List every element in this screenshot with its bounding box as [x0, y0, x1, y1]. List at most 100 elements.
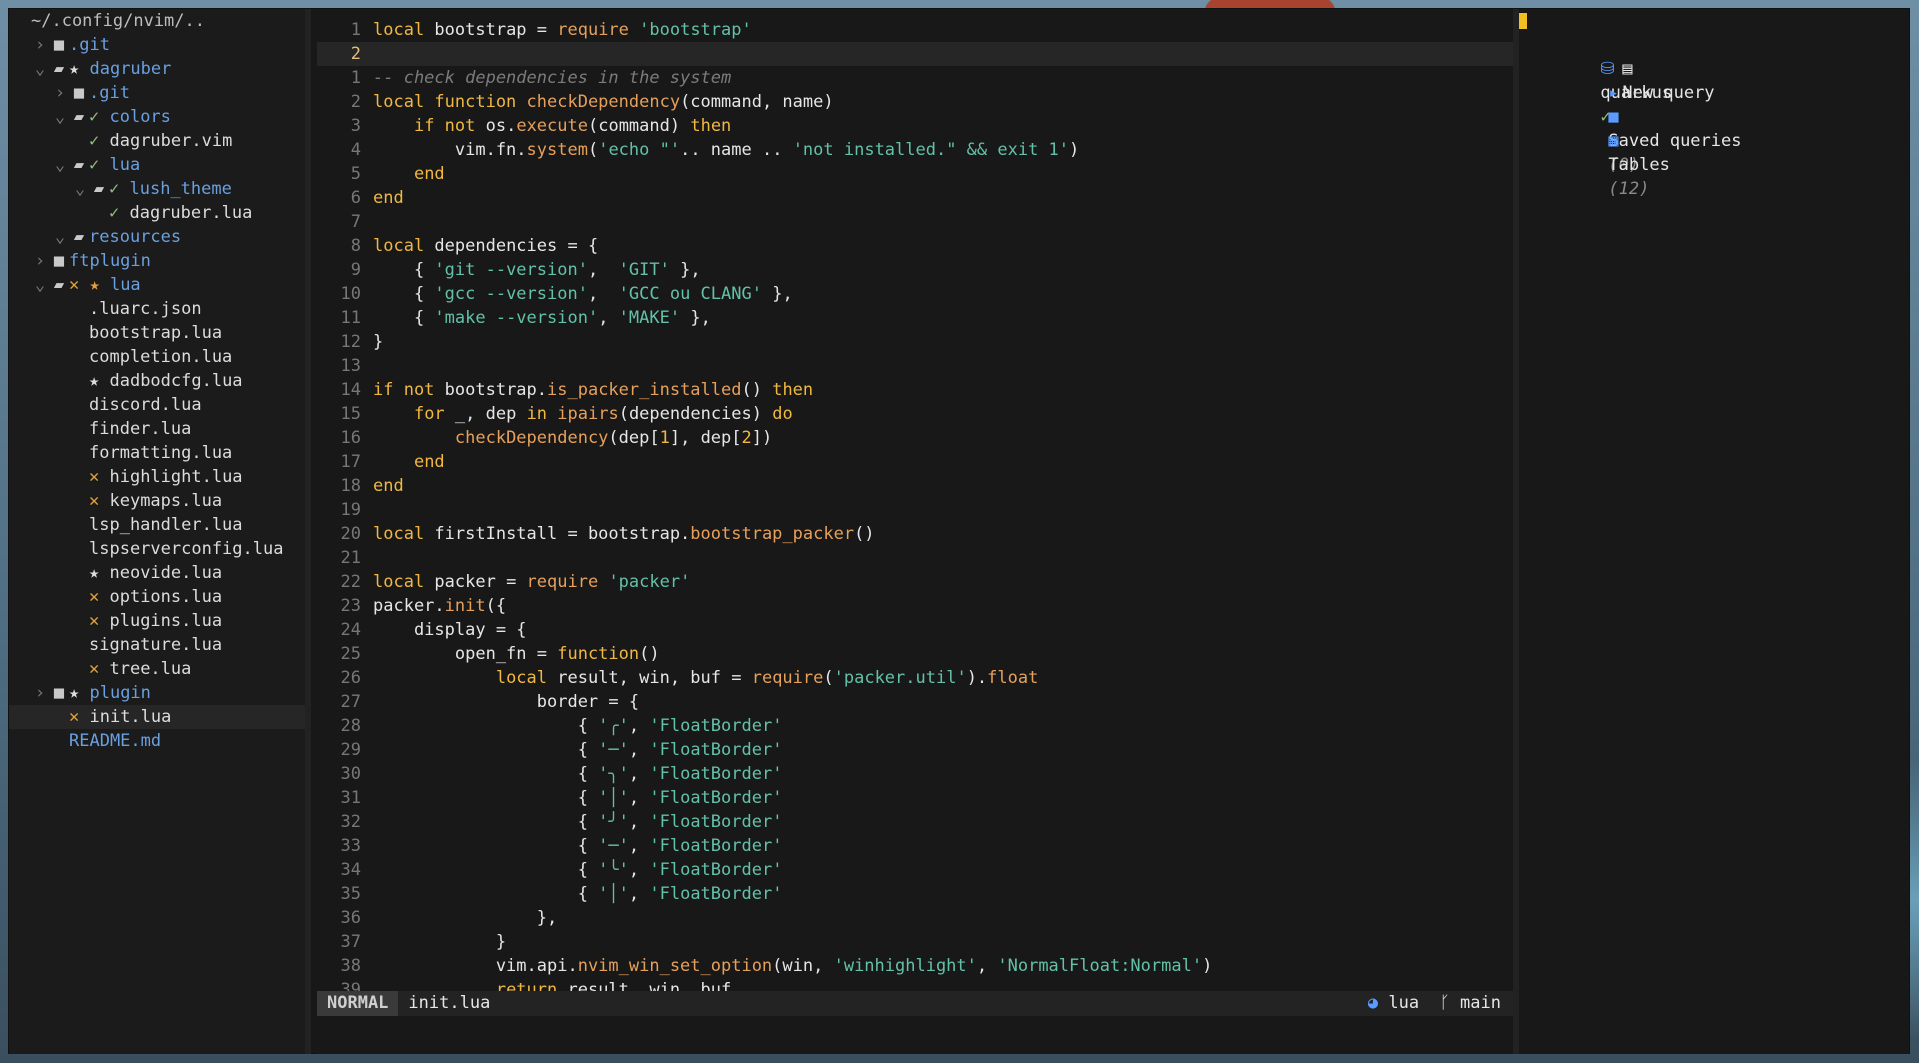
- code-line[interactable]: 13: [317, 354, 1513, 378]
- code-line[interactable]: 23 packer.init({: [317, 594, 1513, 618]
- code-line[interactable]: 9 { 'git --version', 'GIT' },: [317, 258, 1513, 282]
- tree-file[interactable]: lsp_handler.lua: [9, 513, 305, 537]
- git-status-badge: ✓: [109, 179, 130, 199]
- tree-file[interactable]: ✕ options.lua: [9, 585, 305, 609]
- db-saved-queries[interactable]: ▸ ■ Saved queries (0): [1519, 57, 1909, 175]
- tree-folder[interactable]: › ■ .git: [9, 33, 305, 57]
- db-connection-row[interactable]: ⛁ quarkus ✓: [1519, 9, 1909, 127]
- tree-folder[interactable]: ⌄ ▰ ✓ lush_theme: [9, 177, 305, 201]
- code-line[interactable]: 20 local firstInstall = bootstrap.bootstr…: [317, 522, 1513, 546]
- code-line[interactable]: 33 { '─', 'FloatBorder': [317, 834, 1513, 858]
- code-line[interactable]: 24 display = {: [317, 618, 1513, 642]
- tree-file[interactable]: completion.lua: [9, 345, 305, 369]
- code-line[interactable]: 29 { '─', 'FloatBorder': [317, 738, 1513, 762]
- code-line[interactable]: 1 local bootstrap = require 'bootstrap': [317, 18, 1513, 42]
- chevron-down-icon[interactable]: ⌄: [31, 57, 49, 81]
- code-line[interactable]: 27 border = {: [317, 690, 1513, 714]
- tree-folder[interactable]: ⌄ ▰ resources: [9, 225, 305, 249]
- tree-file[interactable]: ✓ dagruber.lua: [9, 201, 305, 225]
- chevron-down-icon[interactable]: ⌄: [51, 105, 69, 129]
- code-line[interactable]: 32 { '╯', 'FloatBorder': [317, 810, 1513, 834]
- chevron-down-icon[interactable]: ⌄: [51, 153, 69, 177]
- line-number: 13: [340, 356, 361, 376]
- tree-folder[interactable]: ⌄ ▰ ✓ colors: [9, 105, 305, 129]
- code-token: if not: [373, 380, 445, 400]
- code-line[interactable]: 37 }: [317, 930, 1513, 954]
- tree-file[interactable]: finder.lua: [9, 417, 305, 441]
- code-line[interactable]: 16 checkDependency(dep[1], dep[2]): [317, 426, 1513, 450]
- tree-file[interactable]: README.md: [9, 729, 305, 753]
- chevron-right-icon[interactable]: ›: [51, 81, 69, 105]
- chevron-down-icon[interactable]: ⌄: [51, 225, 69, 249]
- code-token: '│': [598, 884, 629, 904]
- code-buffer[interactable]: 1 local bootstrap = require 'bootstrap' 2 1…: [317, 18, 1513, 1002]
- tree-file[interactable]: ✕ init.lua: [9, 705, 305, 729]
- code-line[interactable]: 17 end: [317, 450, 1513, 474]
- code-line[interactable]: 22 local packer = require 'packer': [317, 570, 1513, 594]
- tree-file[interactable]: lspserverconfig.lua: [9, 537, 305, 561]
- code-line[interactable]: 21: [317, 546, 1513, 570]
- code-line[interactable]: 2 local function checkDependency(command,…: [317, 90, 1513, 114]
- code-token: system: [526, 140, 588, 160]
- chevron-down-icon[interactable]: ⌄: [31, 273, 49, 297]
- code-line[interactable]: 14 if not bootstrap.is_packer_installed()…: [317, 378, 1513, 402]
- code-line[interactable]: 15 for _, dep in ipairs(dependencies) do: [317, 402, 1513, 426]
- code-line[interactable]: 18 end: [317, 474, 1513, 498]
- code-line[interactable]: 5 end: [317, 162, 1513, 186]
- code-token: 'FloatBorder': [649, 788, 783, 808]
- code-line[interactable]: 1 -- check dependencies in the system: [317, 66, 1513, 90]
- tree-folder[interactable]: › ■ .git: [9, 81, 305, 105]
- code-line[interactable]: 12}: [317, 330, 1513, 354]
- code-line[interactable]: 10 { 'gcc --version', 'GCC ou CLANG' },: [317, 282, 1513, 306]
- tree-folder[interactable]: › ■ ★ plugin: [9, 681, 305, 705]
- tree-file[interactable]: ★ dadbodcfg.lua: [9, 369, 305, 393]
- code-line[interactable]: 6 end: [317, 186, 1513, 210]
- tree-folder[interactable]: ⌄ ▰ ✕ ★ lua: [9, 273, 305, 297]
- code-line[interactable]: 30 { '╮', 'FloatBorder': [317, 762, 1513, 786]
- chevron-right-icon[interactable]: ›: [31, 681, 49, 705]
- code-line[interactable]: 25 open_fn = function(): [317, 642, 1513, 666]
- editor-pane[interactable]: 1 local bootstrap = require 'bootstrap' 2 1…: [317, 9, 1513, 1054]
- chevron-down-icon[interactable]: ⌄: [71, 177, 89, 201]
- chevron-right-icon[interactable]: ›: [31, 33, 49, 57]
- tree-file[interactable]: bootstrap.lua: [9, 321, 305, 345]
- code-token: then: [772, 380, 814, 400]
- tree-file[interactable]: formatting.lua: [9, 441, 305, 465]
- code-line[interactable]: 7: [317, 210, 1513, 234]
- tree-file[interactable]: ✕ plugins.lua: [9, 609, 305, 633]
- tree-folder[interactable]: ⌄ ▰ ✓ lua: [9, 153, 305, 177]
- code-line[interactable]: 11 { 'make --version', 'MAKE' },: [317, 306, 1513, 330]
- chevron-right-icon[interactable]: ›: [31, 249, 49, 273]
- code-line[interactable]: 36 },: [317, 906, 1513, 930]
- code-line[interactable]: 8 local dependencies = {: [317, 234, 1513, 258]
- tree-root-path: ~/.config/nvim/..: [31, 11, 205, 31]
- code-token: ,: [628, 788, 650, 808]
- code-token: (win,: [772, 956, 834, 976]
- tree-file[interactable]: discord.lua: [9, 393, 305, 417]
- code-line[interactable]: 35 { '│', 'FloatBorder': [317, 882, 1513, 906]
- line-number: 32: [340, 812, 361, 832]
- code-line[interactable]: 28 { '╭', 'FloatBorder': [317, 714, 1513, 738]
- tree-file[interactable]: ★ neovide.lua: [9, 561, 305, 585]
- line-number: 31: [340, 788, 361, 808]
- tree-folder[interactable]: › ■ ftplugin: [9, 249, 305, 273]
- tree-file[interactable]: signature.lua: [9, 633, 305, 657]
- tree-file[interactable]: ✕ tree.lua: [9, 657, 305, 681]
- code-line[interactable]: 19: [317, 498, 1513, 522]
- tree-file[interactable]: .luarc.json: [9, 297, 305, 321]
- code-token: '─': [598, 740, 629, 760]
- tree-file[interactable]: ✕ keymaps.lua: [9, 489, 305, 513]
- tree-folder[interactable]: ⌄ ▰ ★ dagruber: [9, 57, 305, 81]
- code-line[interactable]: 2: [317, 42, 1513, 66]
- code-line[interactable]: 34 { '╰', 'FloatBorder': [317, 858, 1513, 882]
- code-line[interactable]: 26 local result, win, buf = require('pac…: [317, 666, 1513, 690]
- code-line[interactable]: 31 { '│', 'FloatBorder': [317, 786, 1513, 810]
- code-line[interactable]: 4 vim.fn.system('echo "'.. name .. 'not …: [317, 138, 1513, 162]
- code-line[interactable]: 38 vim.api.nvim_win_set_option(win, 'win…: [317, 954, 1513, 978]
- tree-file[interactable]: ✓ dagruber.vim: [9, 129, 305, 153]
- code-line[interactable]: 3 if not os.execute(command) then: [317, 114, 1513, 138]
- code-token: function: [557, 644, 640, 664]
- db-tables[interactable]: ▸ ▦ Tables (12): [1519, 81, 1909, 199]
- tree-file[interactable]: ✕ highlight.lua: [9, 465, 305, 489]
- db-new-query[interactable]: ▤ New query: [1519, 33, 1909, 103]
